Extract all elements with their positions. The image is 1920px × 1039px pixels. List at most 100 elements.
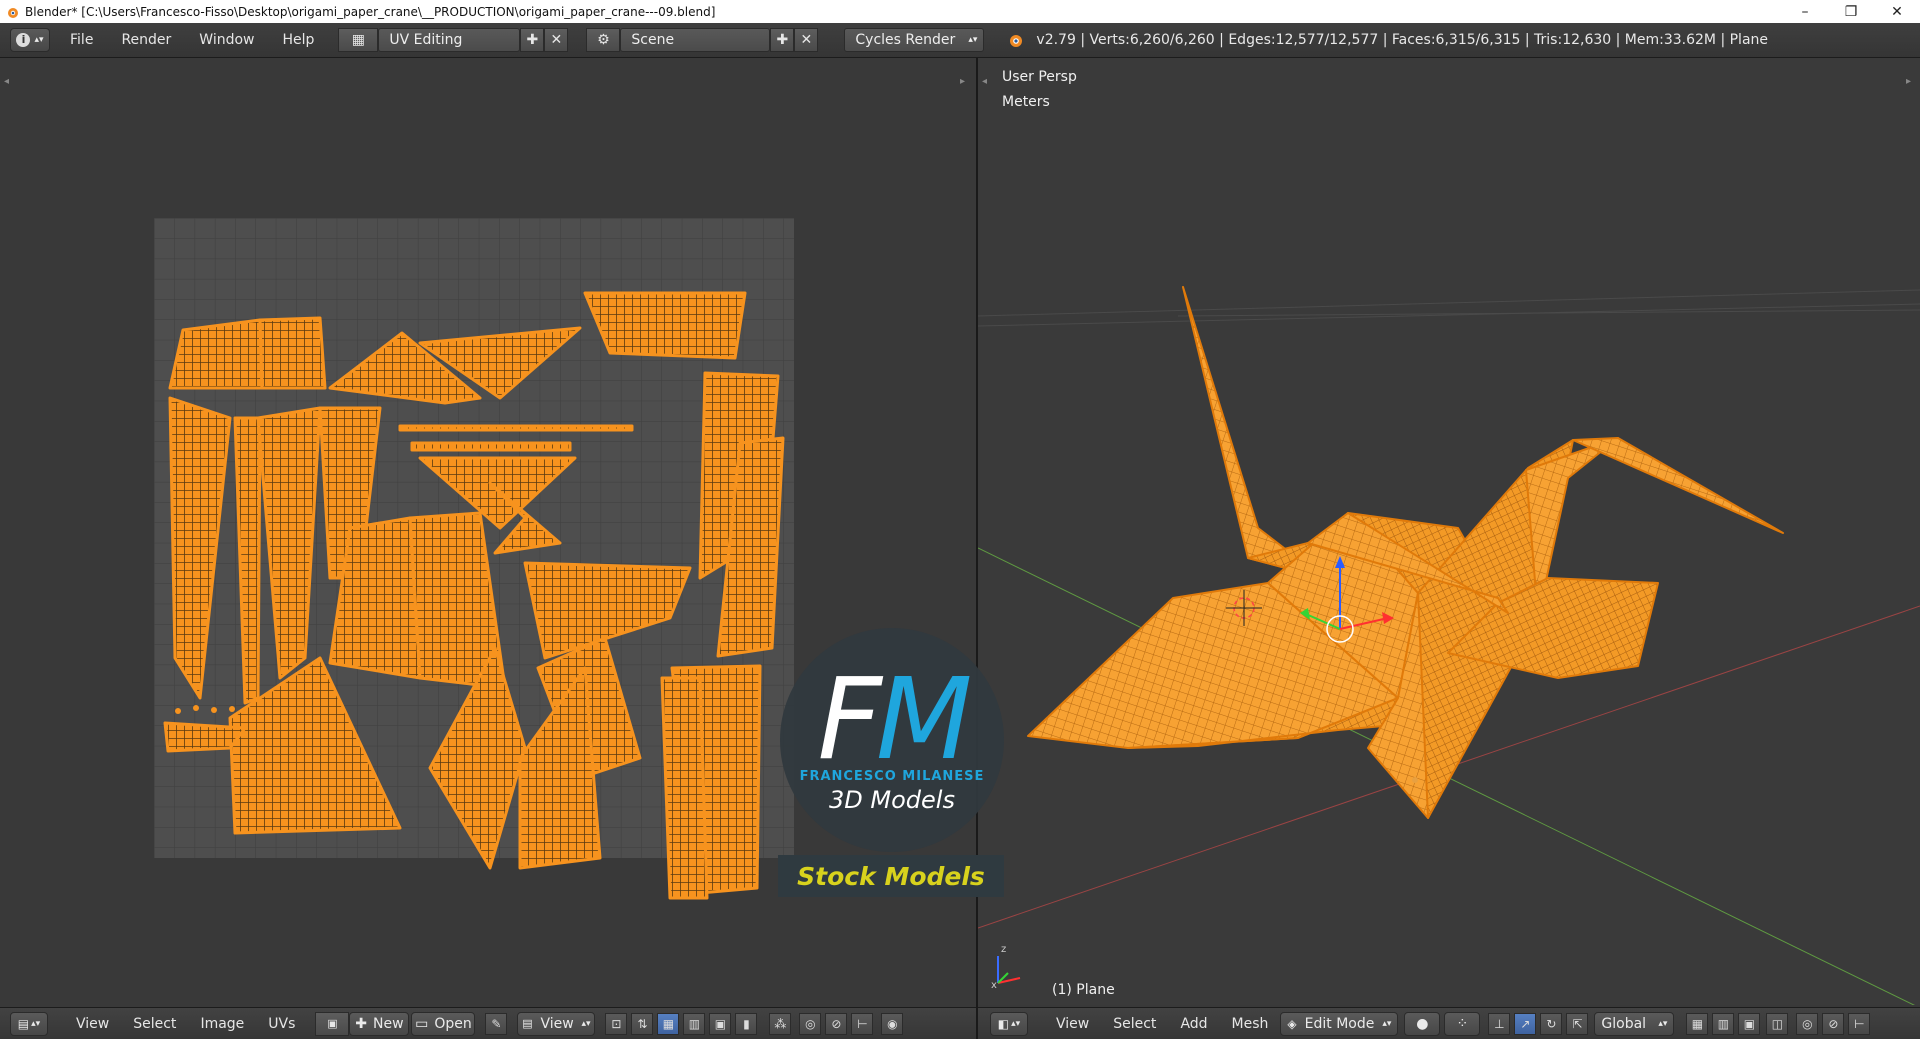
snap-icon[interactable]: ⊘	[1822, 1012, 1845, 1035]
active-object-label: (1) Plane	[1052, 982, 1115, 998]
remove-screen-button[interactable]: ✕	[544, 28, 569, 52]
screen-layout-name: UV Editing	[389, 32, 463, 48]
blender-logo-icon	[8, 7, 18, 18]
vertex-select-icon[interactable]: ▦	[657, 1012, 680, 1035]
menu-select[interactable]: Select	[1101, 1016, 1168, 1032]
snap-icon[interactable]: ⊘	[825, 1012, 848, 1035]
svg-text:z: z	[1001, 944, 1006, 955]
scene-field[interactable]: Scene	[620, 28, 771, 52]
uv-vertex[interactable]	[193, 705, 199, 711]
uv-vertex[interactable]	[211, 707, 217, 713]
edge-select-icon[interactable]: ▥	[1712, 1012, 1735, 1035]
editor-type-button[interactable]: ◧ ▴▾	[990, 1011, 1028, 1036]
pivot-icon: ⁘	[1456, 1015, 1469, 1032]
3d-viewport[interactable]: ◂ ▸ z x User Persp Meters (1) Plane	[978, 58, 1920, 1005]
viewport-shading-dropdown[interactable]: ●	[1404, 1011, 1441, 1036]
add-scene-button[interactable]: ✚	[770, 28, 795, 52]
island-select-icon[interactable]: ▮	[735, 1012, 758, 1035]
origami-crane-mesh[interactable]	[1027, 286, 1784, 819]
edit-mode-icon: ◈	[1287, 1016, 1297, 1031]
restore-button[interactable]: ❐	[1828, 4, 1874, 20]
menu-file[interactable]: File	[56, 32, 107, 48]
editor-type-info-button[interactable]: i ▴▾	[10, 28, 50, 52]
viewport-canvas[interactable]: ◂ ▸ z x	[978, 58, 1920, 1005]
orientation-label: Global	[1601, 1015, 1647, 1032]
menu-image[interactable]: Image	[188, 1016, 256, 1032]
limit-selection-icon[interactable]: ◫	[1766, 1012, 1789, 1035]
uv-vertex[interactable]	[229, 706, 235, 712]
remove-scene-button[interactable]: ✕	[794, 28, 819, 52]
menu-select[interactable]: Select	[121, 1016, 188, 1032]
rotate-manipulator-icon[interactable]: ↻	[1540, 1012, 1563, 1035]
uv-island[interactable]	[583, 291, 747, 360]
logo-letter-m: M	[875, 655, 973, 785]
region-toggle-icon[interactable]: ▸	[1906, 76, 1911, 87]
face-select-icon[interactable]: ▣	[709, 1012, 732, 1035]
transform-orientation-dropdown[interactable]: Global ▴▾	[1594, 1011, 1675, 1036]
cube-icon: ◧	[997, 1016, 1010, 1031]
proportional-edit-icon[interactable]: ◎	[799, 1012, 822, 1035]
scene-icon: ⚙	[597, 32, 610, 48]
add-screen-button[interactable]: ✚	[520, 28, 545, 52]
pin-icon[interactable]: ✎	[485, 1012, 508, 1035]
uv-island[interactable]	[660, 676, 709, 900]
proportional-edit-icon[interactable]: ◎	[1796, 1012, 1819, 1035]
region-toggle-icon[interactable]: ◂	[982, 76, 987, 87]
close-button[interactable]: ✕	[1874, 4, 1920, 20]
image-browse-button[interactable]: ▣	[315, 1011, 350, 1036]
menu-render[interactable]: Render	[107, 32, 185, 48]
face-select-icon[interactable]: ▣	[1738, 1012, 1761, 1035]
image-editor-icon: ▤	[17, 1016, 30, 1031]
translate-manipulator-icon[interactable]: ↗	[1514, 1012, 1537, 1035]
menu-mesh[interactable]: Mesh	[1220, 1016, 1281, 1032]
logo-fm: FM	[780, 664, 1004, 776]
solid-shading-icon: ●	[1416, 1015, 1429, 1032]
menu-uvs[interactable]: UVs	[256, 1016, 307, 1032]
units-label: Meters	[1002, 94, 1050, 110]
mode-dropdown[interactable]: ◈ Edit Mode ▴▾	[1280, 1011, 1399, 1036]
pivot-point-dropdown[interactable]: ⁘	[1444, 1011, 1481, 1036]
view-mode-label: View	[540, 1015, 574, 1032]
screen-layout-field[interactable]: UV Editing	[378, 28, 521, 52]
scale-manipulator-icon[interactable]: ⇱	[1566, 1012, 1589, 1035]
edge-select-icon[interactable]: ▥	[683, 1012, 706, 1035]
new-image-label: New	[373, 1015, 404, 1032]
sync-selection-icon[interactable]: ⇅	[631, 1012, 654, 1035]
snap-target-icon[interactable]: ⊢	[1848, 1012, 1871, 1035]
3d-view-header: ◧ ▴▾ View Select Add Mesh ◈ Edit Mode ▴▾ ● …	[978, 1007, 1920, 1039]
menu-add[interactable]: Add	[1168, 1016, 1219, 1032]
view-mode-dropdown[interactable]: ▤ View ▴▾	[517, 1011, 596, 1036]
updown-arrow-icon: ▴▾	[968, 35, 978, 45]
render-engine-dropdown[interactable]: Cycles Render ▴▾	[844, 28, 985, 52]
open-image-label: Open	[434, 1015, 472, 1032]
editor-type-button[interactable]: ▤ ▴▾	[10, 1011, 48, 1036]
scene-browse-button[interactable]: ⚙	[586, 28, 621, 52]
manipulator-toggle-icon[interactable]: ⊥	[1488, 1012, 1511, 1035]
region-toggle-icon[interactable]: ▸	[960, 76, 965, 87]
menu-view[interactable]: View	[1044, 1016, 1101, 1032]
uv-editor-header: ▤ ▴▾ View Select Image UVs ▣ ✚ New ▭ Open ✎…	[0, 1007, 976, 1039]
vertex-select-icon[interactable]: ▦	[1686, 1012, 1709, 1035]
new-image-button[interactable]: ✚ New	[349, 1011, 410, 1036]
sticky-mode-icon[interactable]: ⁂	[769, 1012, 792, 1035]
menu-view[interactable]: View	[64, 1016, 121, 1032]
layout-grid-icon: ▦	[351, 32, 366, 48]
snap-target-icon[interactable]: ⊢	[851, 1012, 874, 1035]
open-image-button[interactable]: ▭ Open	[411, 1011, 476, 1036]
uv-island[interactable]	[410, 441, 572, 452]
uv-island[interactable]	[258, 316, 327, 390]
view-name-label: User Persp	[1002, 69, 1077, 85]
minimize-button[interactable]: –	[1782, 4, 1828, 20]
plus-icon: ✚	[355, 1015, 368, 1032]
render-slot-icon[interactable]: ◉	[881, 1012, 904, 1035]
menu-help[interactable]: Help	[268, 32, 328, 48]
region-toggle-icon[interactable]: ◂	[4, 76, 9, 87]
screen-layout-browse-button[interactable]: ▦	[338, 28, 379, 52]
uv-island[interactable]	[168, 318, 264, 390]
uv-island[interactable]	[398, 424, 634, 432]
pivot-icon[interactable]: ⊡	[605, 1012, 628, 1035]
menu-window[interactable]: Window	[185, 32, 268, 48]
mode-label: Edit Mode	[1304, 1015, 1375, 1032]
info-header: i ▴▾ File Render Window Help ▦ UV Editin…	[0, 23, 1920, 58]
uv-vertex[interactable]	[175, 708, 181, 714]
